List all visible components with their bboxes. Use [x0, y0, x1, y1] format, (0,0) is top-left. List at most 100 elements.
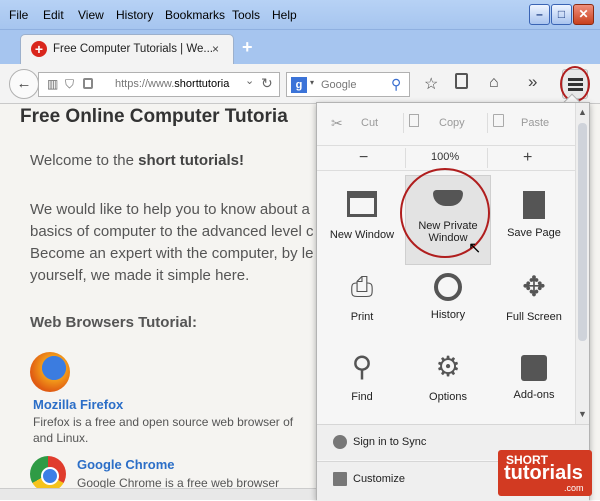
minimize-button[interactable]: –	[529, 4, 550, 25]
firefox-logo-icon[interactable]	[30, 352, 70, 392]
copy-icon	[409, 114, 419, 127]
separator	[487, 113, 488, 133]
menu-view[interactable]: View	[78, 8, 104, 22]
puzzle-icon	[521, 355, 547, 381]
menu-tools[interactable]: Tools	[232, 8, 260, 22]
fullscreen-icon: ✥	[522, 271, 546, 302]
menu-new-window[interactable]: New Window	[319, 181, 405, 261]
separator	[487, 148, 488, 168]
reading-list-icon[interactable]	[455, 73, 468, 89]
tab-active[interactable]: + Free Computer Tutorials | We... ×	[20, 34, 234, 64]
welcome-plain: Welcome to the	[30, 152, 139, 169]
save-page-icon	[523, 191, 545, 219]
history-label: History	[430, 309, 466, 321]
dropdown-arrow-icon[interactable]: ⌄	[245, 74, 254, 87]
add-ons-label: Add-ons	[513, 389, 555, 401]
zoom-reset-button[interactable]: 100%	[431, 151, 459, 163]
tab-title: Free Computer Tutorials | We...	[53, 43, 213, 55]
search-placeholder: Google	[321, 79, 357, 91]
page-heading: Free Online Computer Tutoria	[20, 106, 288, 127]
nav-bar: ▥ ⛉ https://www.shorttutoria ⌄ ↻ ← g ▾ G…	[0, 64, 600, 104]
new-window-label: New Window	[329, 229, 395, 241]
menu-file[interactable]: File	[9, 8, 28, 22]
shorttutorials-logo: SHORT tutorials .com	[498, 450, 592, 496]
magnifier-icon: ⚲	[351, 351, 373, 382]
zoom-in-button[interactable]: +	[523, 149, 532, 167]
site-favicon-icon: +	[31, 41, 47, 57]
search-box[interactable]: g ▾ Google ⚲	[286, 72, 410, 97]
full-screen-label: Full Screen	[506, 311, 562, 323]
horizontal-scrollbar[interactable]	[0, 488, 318, 500]
find-label: Find	[351, 391, 373, 403]
paste-button[interactable]: Paste	[521, 117, 549, 129]
menu-save-page[interactable]: Save Page	[491, 181, 577, 261]
firefox-desc-1: Firefox is a free and open source web br…	[33, 415, 294, 429]
url-text[interactable]: https://www.shorttutoria	[115, 78, 239, 90]
close-window-button[interactable]: ✕	[573, 4, 594, 25]
bookmark-star-icon[interactable]: ☆	[424, 74, 438, 94]
intro-line-2: basics of computer to the advanced level…	[30, 223, 314, 240]
menu-full-screen[interactable]: ✥ Full Screen	[491, 263, 577, 343]
firefox-menu-panel: ✂ Cut Copy Paste − 100% + New Window New…	[316, 102, 590, 501]
engine-dropdown-icon[interactable]: ▾	[310, 78, 314, 87]
menu-help[interactable]: Help	[272, 8, 297, 22]
panel-scrollbar[interactable]: ▲ ▼	[575, 103, 589, 425]
new-tab-button[interactable]: +	[242, 37, 253, 58]
tab-close-button[interactable]: ×	[212, 42, 219, 56]
firefox-desc-2: and Linux.	[33, 431, 89, 445]
printer-icon: ⎙	[350, 271, 374, 302]
intro-line-1: We would like to help you to know about …	[30, 201, 310, 218]
menu-history[interactable]: History	[405, 263, 491, 343]
sync-icon	[333, 435, 347, 449]
menu-add-ons[interactable]: Add-ons	[491, 343, 577, 423]
home-icon[interactable]: ⌂	[489, 74, 499, 92]
url-prefix: https://www.	[115, 78, 175, 90]
chrome-link[interactable]: Google Chrome	[77, 457, 175, 472]
section-heading: Web Browsers Tutorial:	[30, 314, 197, 331]
brand-line-3: .com	[564, 483, 584, 493]
scissors-icon: ✂	[331, 115, 343, 131]
lock-icon	[83, 78, 93, 89]
save-page-label: Save Page	[507, 227, 561, 239]
plus-box-icon	[333, 472, 347, 486]
shield-icon[interactable]: ⛉	[65, 77, 74, 92]
library-icon[interactable]: ▥	[47, 77, 58, 91]
separator	[403, 113, 404, 133]
customize-label: Customize	[353, 473, 405, 485]
scroll-thumb[interactable]	[578, 123, 587, 341]
welcome-bold: short tutorials!	[138, 152, 244, 169]
firefox-link[interactable]: Mozilla Firefox	[33, 397, 123, 412]
mouse-cursor-icon: ↖	[468, 240, 482, 257]
intro-line-4: yourself, we made it simple here.	[30, 267, 250, 284]
menu-bar: File Edit View History Bookmarks Tools H…	[0, 0, 600, 30]
separator	[405, 148, 406, 168]
intro-line-3: Become an expert with the computer, by l…	[30, 245, 314, 262]
menu-bookmarks[interactable]: Bookmarks	[165, 8, 225, 22]
brand-line-2: tutorials	[504, 462, 583, 484]
overflow-chevron-icon[interactable]: »	[528, 72, 537, 92]
zoom-out-button[interactable]: −	[359, 149, 368, 167]
scroll-down-icon[interactable]: ▼	[578, 409, 587, 419]
scroll-up-icon[interactable]: ▲	[578, 107, 587, 117]
print-label: Print	[350, 311, 374, 323]
reload-icon[interactable]: ↻	[261, 75, 273, 92]
maximize-button[interactable]: □	[551, 4, 572, 25]
url-bar[interactable]: ▥ ⛉ https://www.shorttutoria ⌄ ↻	[38, 72, 280, 97]
menu-options[interactable]: ⚙ Options	[405, 343, 491, 423]
menu-history[interactable]: History	[116, 8, 153, 22]
options-label: Options	[429, 391, 467, 403]
new-window-icon	[347, 191, 377, 217]
search-icon[interactable]: ⚲	[391, 76, 401, 93]
back-arrow-icon: ←	[16, 75, 32, 92]
menu-edit[interactable]: Edit	[43, 8, 64, 22]
url-domain: shorttutoria	[174, 78, 230, 90]
gear-icon: ⚙	[435, 351, 461, 382]
copy-button[interactable]: Copy	[439, 117, 465, 129]
menu-find[interactable]: ⚲ Find	[319, 343, 405, 423]
back-button[interactable]: ←	[9, 69, 39, 99]
google-logo-icon[interactable]: g	[291, 77, 307, 93]
welcome-text: Welcome to the short tutorials!	[30, 152, 244, 169]
cut-button[interactable]: Cut	[361, 117, 378, 129]
menu-print[interactable]: ⎙ Print	[319, 263, 405, 343]
chrome-logo-icon[interactable]	[30, 456, 66, 492]
